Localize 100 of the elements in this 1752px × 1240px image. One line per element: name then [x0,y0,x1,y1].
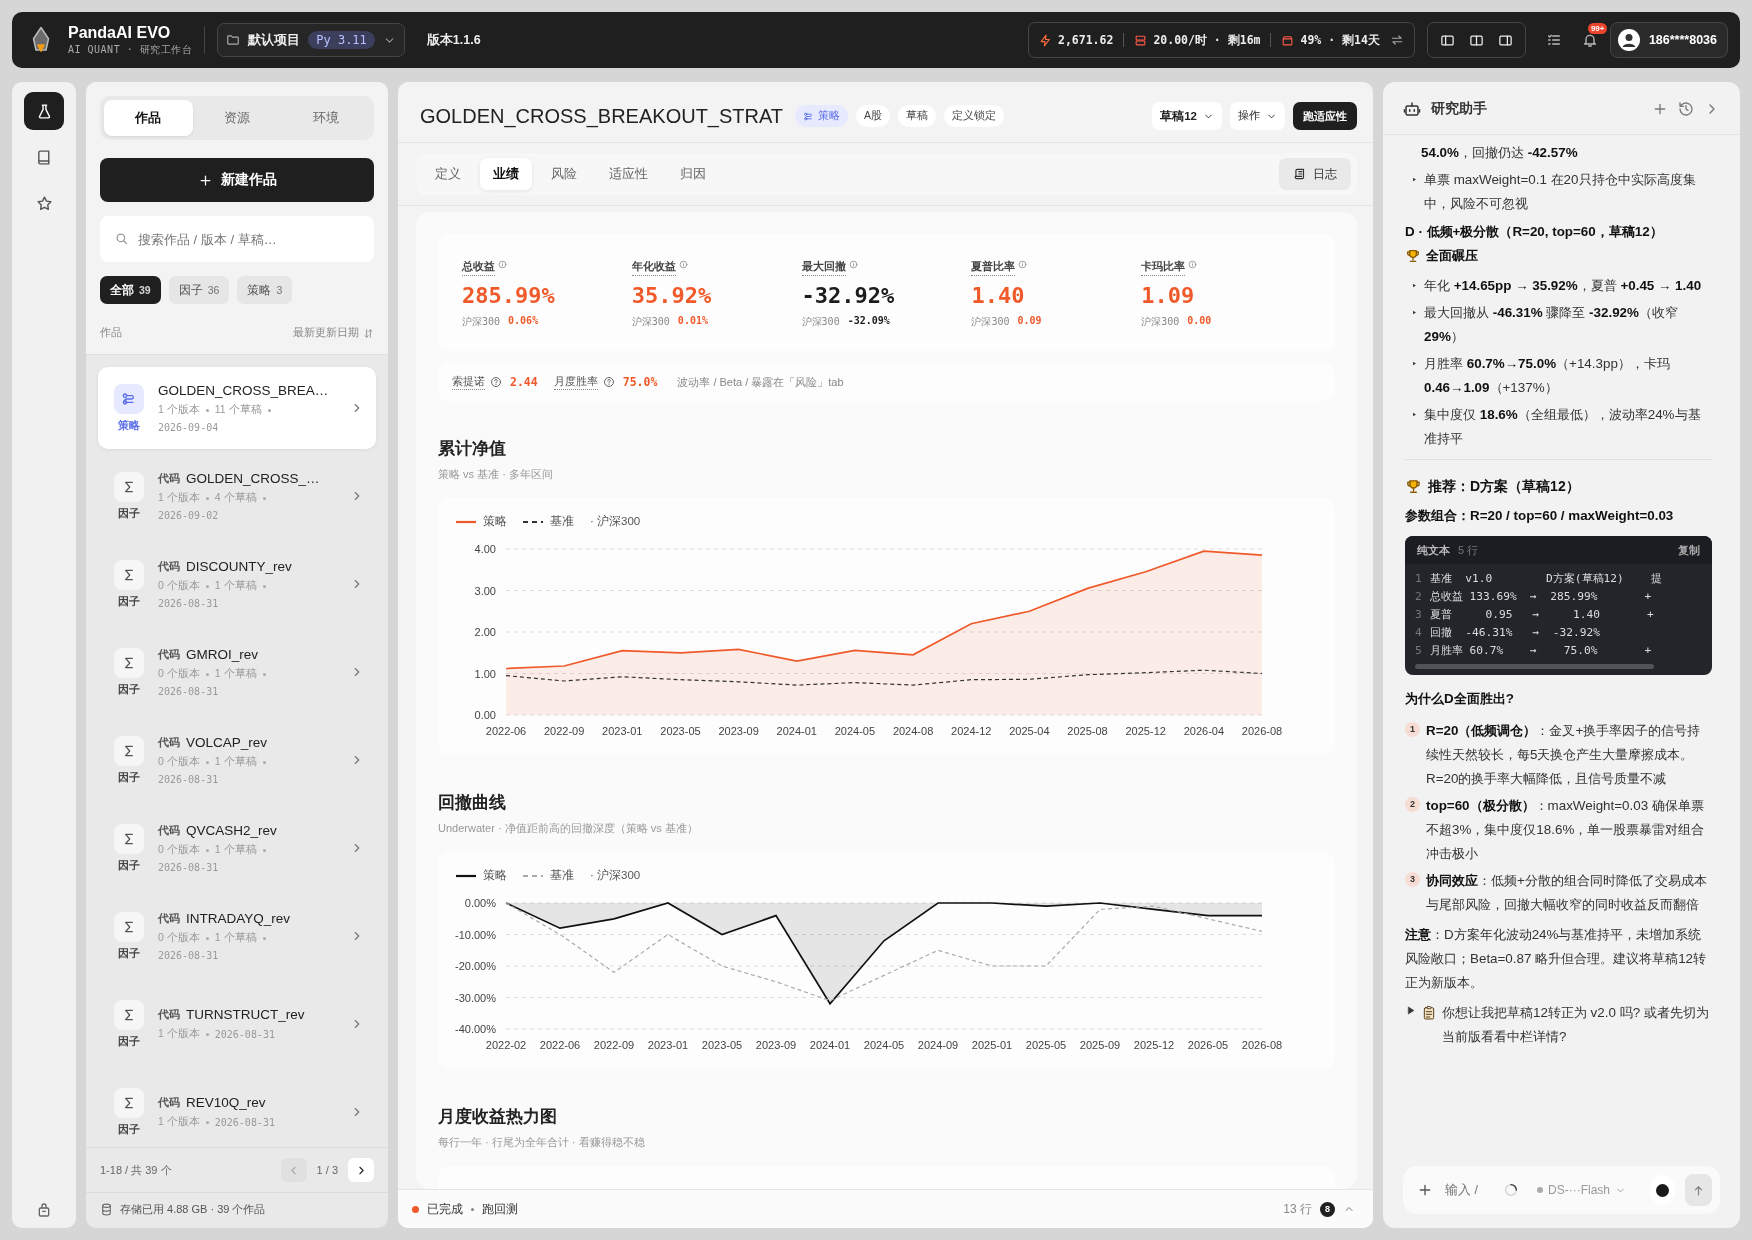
run-button[interactable]: 跑适应性 [1293,102,1357,130]
metric-value: 285.99% [462,283,556,308]
work-item[interactable]: 策略 GOLDEN_CROSS_BREA… 1 个版本 11 个草稿 2026-09-04 [98,367,376,449]
content-tab[interactable]: 风险 [538,158,590,190]
message-text: 最大回撤从 -46.31% 骤降至 -32.92%（收窄29%） [1424,304,1679,346]
record-button[interactable] [1650,1175,1676,1205]
work-title: VOLCAP_rev [186,735,268,750]
benchmark-label: 沪深300 [1141,315,1180,329]
project-select[interactable]: 默认项目 Py 3.11 [217,23,405,57]
info-icon [678,260,688,269]
message-input[interactable]: 输入 / [1443,1182,1493,1198]
panel-tab[interactable]: 作品 [104,100,193,136]
type-label: 因子 [118,594,140,609]
x-tick-label: 2024-12 [951,725,992,737]
work-title: REV10Q_rev [186,1095,266,1110]
verdict-label: 全面碾压 [1426,247,1478,265]
sigma-icon [114,471,144,502]
line-number: 3 [1415,608,1422,621]
metric-label: 年化收益 [631,260,676,276]
x-tick-label: 2023-09 [718,725,759,737]
updated-date: 2026-08-31 [158,950,219,961]
filter-chip[interactable]: 全部 39 [100,276,161,304]
benchmark-label: 沪深300 [631,315,670,329]
panel-tab[interactable]: 资源 [192,100,282,136]
work-item[interactable]: 因子 代码 TURNSTRUCT_rev 1 个版本 2026-08-31 [98,983,376,1065]
rail-button[interactable] [24,92,64,130]
disclosure-icon[interactable] [1405,1005,1416,1016]
content-tab[interactable]: 适应性 [596,158,661,190]
bullet-icon [1411,411,1418,418]
panel-tab[interactable]: 环境 [281,100,370,136]
search-field[interactable]: 搜索作品 / 版本 / 草稿… [100,216,374,262]
metric-label: 卡玛比率 [1141,260,1186,276]
sigma-icon [114,1087,144,1118]
filter-chip[interactable]: 因子 36 [168,276,230,304]
plus-icon[interactable] [1417,1182,1433,1198]
storage-usage: 存储已用 4.88 GB · 39 个作品 [120,1202,266,1217]
version-count: 0 个版本 [158,667,200,681]
python-version-badge: Py 3.11 [308,31,375,49]
benchmark-value: 0.09 [1017,315,1042,328]
sidebar-right-icon[interactable] [1497,32,1513,48]
x-tick-label: 2023-05 [660,725,701,737]
step-number: 2 [1405,797,1420,812]
code-line: 月胜率 60.7% → 75.0% + [1429,644,1652,657]
work-item[interactable]: 因子 代码 REV10Q_rev 1 个版本 2026-08-31 [98,1071,376,1147]
robot-icon [1403,100,1421,118]
work-item[interactable]: 因子 代码 GOLDEN_CROSS_… 1 个版本 4 个草稿 2026-09-02 [98,455,376,537]
star-icon [35,194,53,212]
task-list-icon[interactable] [1545,32,1562,48]
updated-date: 2026-08-31 [214,1028,275,1040]
y-tick-label: 1.00 [474,667,496,680]
work-item[interactable]: 因子 代码 QVCASH2_rev 0 个版本 1 个草稿 2026-08-31 [98,807,376,889]
swap-icon[interactable] [1389,33,1404,47]
lightning-icon [1039,33,1052,47]
log-button[interactable]: 日志 [1279,158,1351,190]
actions-menu[interactable]: 操作 [1230,102,1285,130]
columns-icon[interactable] [1468,32,1484,48]
step-number: 1 [1405,722,1420,737]
work-item[interactable]: 因子 代码 VOLCAP_rev 0 个版本 1 个草稿 2026-08-31 [98,719,376,801]
code-line: 夏普 0.95 → 1.40 + [1429,608,1654,621]
section-title: 回撤曲线 [438,792,507,814]
x-tick-label: 2025-12 [1125,725,1166,737]
work-item[interactable]: 因子 代码 DISCOUNTY_rev 0 个版本 1 个草稿 2026-08-31 [98,543,376,625]
y-tick-label: -20.00% [455,960,496,972]
sidebar-left-icon[interactable] [1439,32,1455,48]
legend-note: · 沪深300 [590,514,641,529]
message-text: 协同效应：低频+分散的组合同时降低了交易成本与尾部风险，回撤大幅收窄的同时收益反而翻倍 [1426,872,1708,914]
code-tag: 代码 [158,735,180,750]
code-line: 基准 v1.0 D方案(草稿12) 提 [1429,572,1662,585]
content-tab[interactable]: 业绩 [480,158,532,190]
bell-icon[interactable] [1581,32,1598,48]
work-item[interactable]: 因子 代码 GMROI_rev 0 个版本 1 个草稿 2026-08-31 [98,631,376,713]
server-icon [1134,33,1148,47]
benchmark-value: -32.09% [847,315,890,328]
draft-count: 1 个草稿 [214,755,257,769]
draft-select[interactable]: 草稿12 [1152,102,1222,130]
lock-icon[interactable] [36,1202,52,1218]
content-tab[interactable]: 归因 [667,158,719,190]
filter-chip[interactable]: 策略 3 [237,276,293,304]
history-icon[interactable] [1678,101,1694,117]
copy-button[interactable]: 复制 [1678,542,1700,558]
work-item[interactable]: 因子 代码 INTRADAYQ_rev 0 个版本 1 个草稿 2026-08-31 [98,895,376,977]
panel-title: 研究助手 [1431,100,1488,118]
next-page-button[interactable] [348,1158,374,1182]
sigma-icon [114,647,144,678]
draft-count: 1 个草稿 [214,931,257,945]
content-tab[interactable]: 定义 [422,158,474,190]
code-line: 总收益 133.69% → 285.99% + [1429,590,1652,603]
benchmark-label: 沪深300 [971,315,1010,329]
line-count: 5 行 [1458,543,1480,558]
message-text: R=20（低频调仓）：金叉+换手率因子的信号持续性天然较长，每5天换仓产生大量摩擦成本。R=20的换手率大幅降低，且信号质量不减 [1426,722,1702,788]
y-tick-label: -30.00% [455,991,496,1004]
plus-icon[interactable] [1652,101,1668,117]
line-number: 4 [1415,626,1422,639]
user-menu[interactable]: 186****8036 [1609,22,1728,58]
type-label: 因子 [118,1122,140,1137]
new-work-button[interactable]: 新建作品 [100,158,374,202]
updated-date: 2026-08-31 [158,686,219,697]
sort-label: 最新更新日期 [293,326,359,340]
x-tick-label: 2026-08 [1241,1039,1283,1051]
x-tick-label: 2024-05 [834,725,876,737]
